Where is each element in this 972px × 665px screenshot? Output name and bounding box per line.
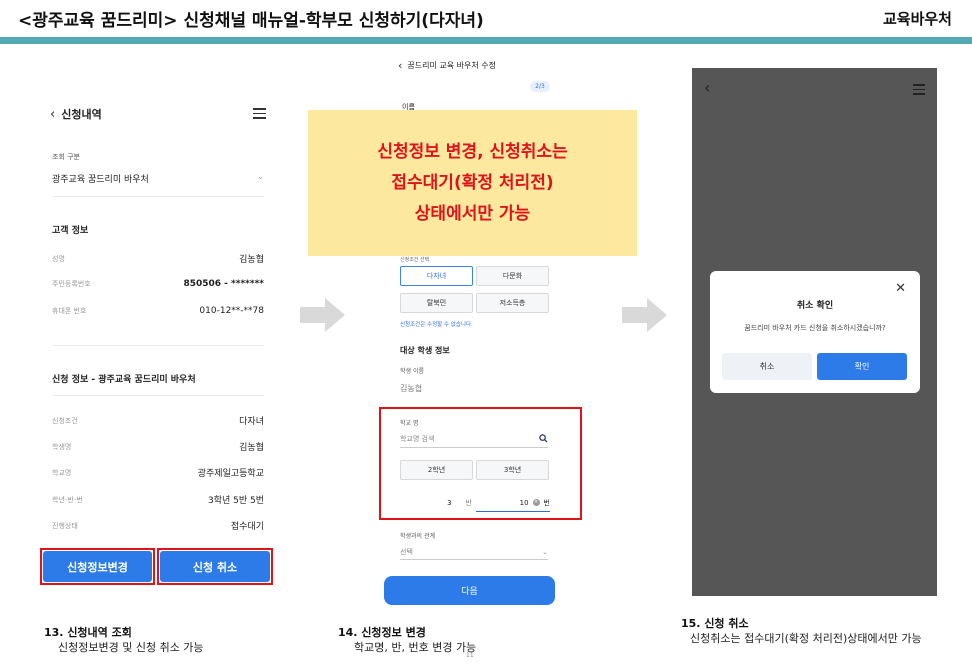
header-rule: [0, 37, 972, 44]
customer-section-title: 고객 정보: [52, 226, 89, 236]
query-value: 광주교육 꿈드리미 바우처: [52, 175, 149, 185]
dialog-cancel-button[interactable]: 취소: [722, 353, 812, 380]
condition-chip-multichild[interactable]: 다자녀: [400, 266, 473, 286]
dialog-message: 꿈드리미 바우처 카드 신청을 취소하시겠습니까?: [744, 324, 886, 332]
notice-callout: 신청정보 변경, 신청취소는 접수대기(확정 처리전) 상태에서만 가능: [308, 110, 637, 256]
customer-row: 휴대폰 번호 010-12**-**78: [52, 306, 264, 316]
apply-row: 학생명 김농협: [52, 442, 264, 454]
query-label: 조회 구분: [52, 153, 80, 161]
divider: [52, 395, 264, 396]
dialog-confirm-button[interactable]: 확인: [817, 353, 907, 380]
arrow-right-icon: [300, 298, 345, 332]
apply-row: 진행상태 접수대기: [52, 521, 264, 533]
relation-select[interactable]: 선택 ⌄: [400, 544, 548, 560]
apply-section-title: 신청 정보 - 광주교육 꿈드리미 바우처: [52, 375, 196, 385]
caption-14-title: 14. 신청정보 변경: [338, 626, 426, 639]
cancel-application-button[interactable]: 신청 취소: [160, 551, 270, 582]
highlight-box: [379, 407, 582, 520]
apply-row: 신청조건 다자녀: [52, 416, 264, 428]
cancel-dialog: ✕ 취소 확인 꿈드리미 바우처 카드 신청을 취소하시겠습니까? 취소 확인: [710, 271, 920, 393]
chevron-left-icon[interactable]: ‹: [398, 59, 402, 72]
notice-line: 상태에서만 가능: [414, 203, 531, 224]
query-select[interactable]: 광주교육 꿈드리미 바우처 ⌄: [52, 172, 264, 188]
hamburger-menu-icon[interactable]: [253, 108, 266, 119]
chevron-left-icon[interactable]: ‹: [704, 78, 710, 97]
nav-title: 신청내역: [61, 108, 102, 121]
step-indicator: 2/3: [530, 81, 550, 92]
caption-15-sub: 신청취소는 접수대기(확정 처리전)상태에서만 가능: [690, 632, 922, 645]
application-history-screen: ‹ 신청내역 조회 구분 광주교육 꿈드리미 바우처 ⌄ 고객 정보 성명 김농협…: [40, 92, 272, 590]
arrow-right-icon: [622, 298, 667, 332]
nav-bar: ‹ 꿈드리미 교육 바우처 수정: [398, 59, 496, 72]
customer-row: 성명 김농협: [52, 254, 264, 266]
caption-14-sub: 학교명, 반, 번호 변경 가능: [354, 641, 477, 654]
notice-line: 접수대기(확정 처리전): [391, 172, 554, 193]
close-icon[interactable]: ✕: [895, 281, 906, 296]
condition-label: 신청조건 선택: [400, 257, 430, 263]
customer-row: 주민등록번호 850506 - *******: [52, 279, 264, 289]
change-info-button[interactable]: 신청정보변경: [43, 551, 152, 582]
document-tag: 교육바우처: [882, 10, 952, 28]
condition-chip-multicultural[interactable]: 다문화: [476, 266, 549, 286]
dialog-title: 취소 확인: [796, 301, 834, 311]
relation-label: 학생과의 관계: [400, 533, 436, 540]
nav-title: 꿈드리미 교육 바우처 수정: [407, 61, 496, 70]
condition-chip-defector[interactable]: 탈북민: [400, 293, 473, 313]
caption-15-title: 15. 신청 취소: [681, 617, 749, 630]
condition-note: 신청조건은 수정할 수 없습니다.: [400, 322, 473, 328]
student-section-title: 대상 학생 정보: [400, 346, 450, 355]
hamburger-menu-icon[interactable]: [913, 84, 925, 95]
apply-row: 학년-반-번 3학년 5반 5번: [52, 495, 264, 507]
document-title: <광주교육 꿈드리미> 신청채널 매뉴얼-학부모 신청하기(다자녀): [18, 11, 484, 31]
student-name-label: 학생 이름: [400, 368, 424, 375]
relation-value: 선택: [400, 547, 413, 556]
chevron-down-icon: ⌄: [257, 172, 264, 181]
caption-13-title: 13. 신청내역 조회: [44, 626, 132, 639]
divider: [52, 196, 264, 197]
chevron-down-icon: ⌄: [542, 547, 548, 556]
student-name-value: 김농협: [400, 384, 423, 393]
apply-row: 학교명 광주제일고등학교: [52, 468, 264, 480]
nav-bar: ‹ 신청내역: [50, 106, 102, 122]
divider: [52, 345, 264, 346]
condition-chip-low-income[interactable]: 저소득층: [476, 293, 549, 313]
notice-line: 신청정보 변경, 신청취소는: [377, 141, 568, 162]
cancel-confirm-screen: ‹ ✕ 취소 확인 꿈드리미 바우처 카드 신청을 취소하시겠습니까? 취소 확…: [692, 68, 937, 596]
page-number: 11: [466, 652, 474, 659]
next-button[interactable]: 다음: [384, 576, 555, 605]
chevron-left-icon[interactable]: ‹: [50, 107, 55, 122]
caption-13-sub: 신청정보변경 및 신청 취소 가능: [58, 641, 204, 654]
